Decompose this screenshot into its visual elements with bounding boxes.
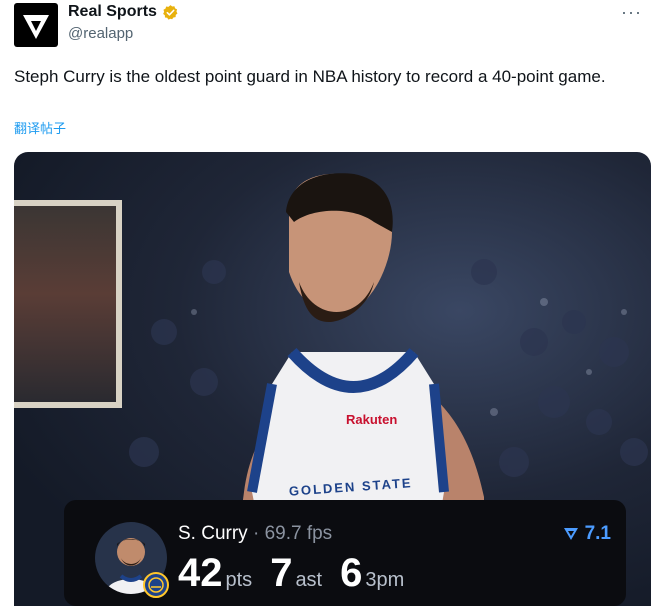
assists-value: 7 bbox=[270, 551, 293, 595]
tweet-media-image[interactable]: Rakuten GOLDEN STATE S. Curry · 69.7 fps bbox=[14, 152, 651, 606]
assists-unit: ast bbox=[295, 569, 323, 591]
real-score: 7.1 bbox=[563, 523, 611, 545]
account-avatar[interactable] bbox=[14, 3, 58, 47]
warriors-logo-icon bbox=[143, 572, 169, 598]
translate-post-link[interactable]: 翻译帖子 bbox=[14, 118, 66, 137]
points-value: 42 bbox=[178, 551, 223, 595]
tweet-text: Steph Curry is the oldest point guard in… bbox=[14, 67, 606, 86]
real-sports-logo-icon bbox=[23, 15, 49, 39]
gold-verified-badge-icon bbox=[163, 4, 178, 20]
player-name-line: S. Curry · 69.7 fps bbox=[178, 523, 332, 545]
threes-value: 6 bbox=[340, 551, 363, 595]
threes-unit: 3pm bbox=[365, 569, 405, 591]
jersey-sponsor-text: Rakuten bbox=[346, 412, 397, 427]
player-name: S. Curry bbox=[178, 523, 248, 544]
rating-separator: · bbox=[247, 523, 265, 544]
account-handle[interactable]: @realapp bbox=[68, 25, 133, 42]
player-scorecard: S. Curry · 69.7 fps 7.1 42 pts 7 ast 6 3… bbox=[64, 500, 626, 606]
points-unit: pts bbox=[225, 569, 253, 591]
jersey-team-text: GOLDEN STATE bbox=[288, 475, 413, 499]
account-name-row[interactable]: Real Sports bbox=[68, 3, 179, 21]
more-options-icon[interactable]: ··· bbox=[621, 2, 642, 23]
display-name[interactable]: Real Sports bbox=[68, 3, 157, 21]
real-sports-flag-icon bbox=[563, 528, 578, 540]
real-score-value: 7.1 bbox=[584, 523, 611, 544]
player-rating: 69.7 fps bbox=[264, 523, 333, 544]
stat-line: 42 pts 7 ast 6 3pm bbox=[178, 551, 422, 596]
